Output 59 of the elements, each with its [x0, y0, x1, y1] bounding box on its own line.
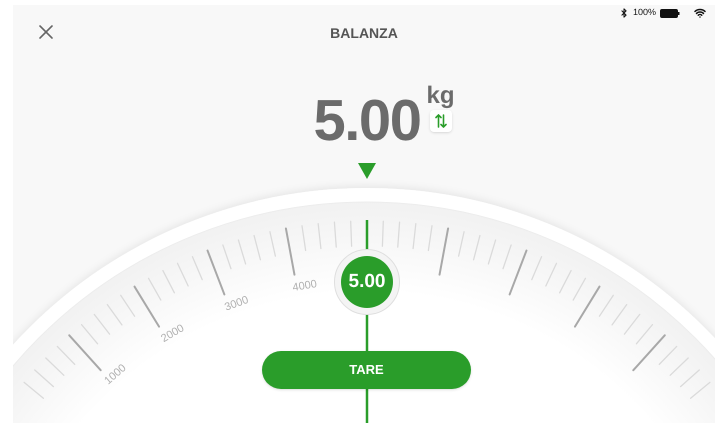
major-tick: [574, 286, 600, 328]
scale-label: 3000: [223, 294, 250, 314]
scale-label: 4000: [292, 278, 318, 294]
minor-tick: [658, 346, 678, 366]
minor-tick: [690, 382, 711, 399]
minor-tick: [34, 369, 54, 388]
major-tick: [438, 227, 450, 276]
unit-switch-button[interactable]: [430, 110, 452, 132]
wifi-icon: [694, 7, 706, 19]
minor-tick: [176, 262, 189, 287]
scale-label: 2000: [159, 322, 186, 345]
minor-tick: [502, 244, 512, 270]
weight-value: 5.00: [313, 92, 421, 150]
minor-tick: [488, 239, 496, 265]
minor-tick: [120, 294, 136, 317]
minor-tick: [572, 278, 586, 301]
unit-label: kg: [426, 84, 455, 108]
minor-tick: [636, 324, 654, 344]
minor-tick: [545, 262, 558, 287]
needle-value: 5.00: [341, 256, 393, 308]
minor-tick: [458, 231, 465, 257]
minor-tick: [670, 357, 689, 376]
major-tick: [68, 334, 102, 372]
minor-tick: [531, 256, 542, 280]
minor-tick: [222, 244, 232, 270]
minor-tick: [624, 314, 640, 335]
minor-tick: [45, 357, 64, 376]
minor-tick: [238, 239, 246, 265]
minor-tick: [56, 346, 76, 366]
minor-tick: [680, 369, 700, 388]
battery-percent: 100%: [632, 6, 656, 20]
major-tick: [206, 250, 226, 296]
pointer-triangle-icon: [358, 163, 376, 179]
minor-tick: [318, 223, 322, 250]
minor-tick: [80, 324, 98, 344]
minor-tick: [428, 225, 433, 252]
major-tick: [632, 334, 666, 372]
minor-tick: [23, 382, 44, 399]
minor-tick: [301, 225, 306, 252]
battery-icon: [660, 8, 680, 18]
minor-tick: [598, 294, 614, 317]
major-tick: [508, 250, 528, 296]
screen-title: BALANZA: [330, 24, 398, 42]
minor-tick: [269, 231, 276, 257]
minor-tick: [148, 278, 162, 301]
major-tick: [134, 286, 160, 328]
minor-tick: [162, 270, 176, 294]
minor-tick: [412, 223, 416, 250]
minor-tick: [192, 256, 203, 280]
major-tick: [284, 227, 296, 276]
minor-tick: [253, 234, 262, 260]
minor-tick: [94, 314, 110, 335]
swap-arrows-icon: [434, 114, 447, 128]
minor-tick: [558, 270, 572, 294]
minor-tick: [106, 304, 123, 326]
bluetooth-icon: [618, 8, 629, 18]
minor-tick: [472, 234, 481, 260]
tare-button[interactable]: TARE: [262, 351, 471, 389]
minor-tick: [611, 304, 628, 326]
